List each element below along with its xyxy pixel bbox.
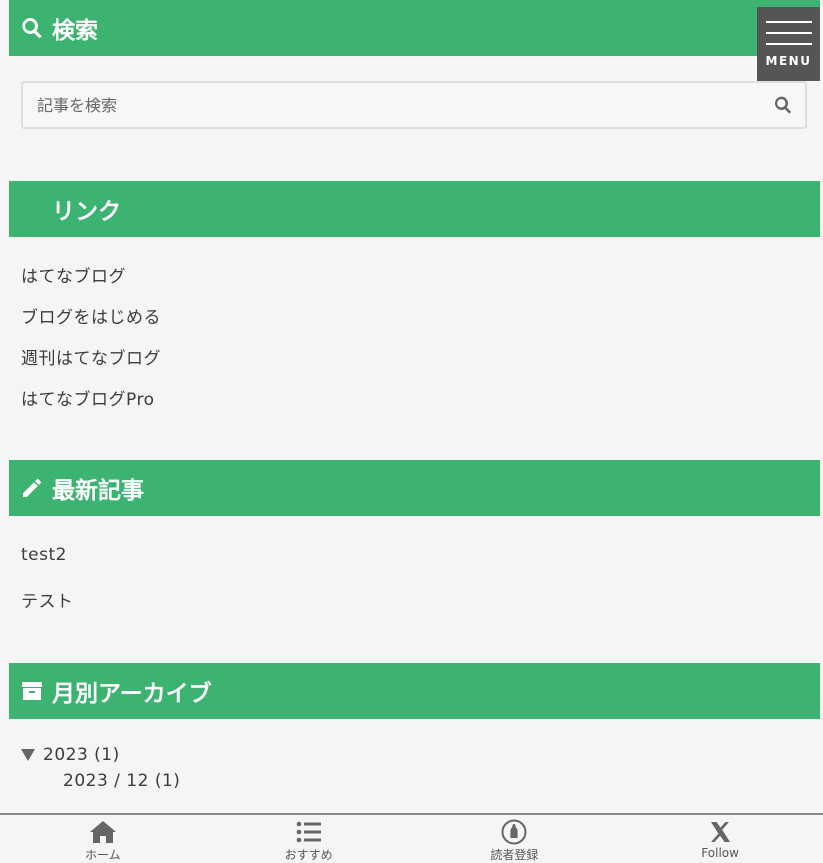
- link-weekly-hatena-blog[interactable]: 週刊はてなブログ: [21, 344, 161, 369]
- archive-widget-title: 月別アーカイブ: [9, 663, 820, 719]
- nav-subscribe[interactable]: 読者登録: [412, 815, 618, 863]
- link-hatena-blog-pro[interactable]: はてなブログPro: [21, 385, 154, 410]
- search-form: [21, 81, 807, 129]
- link-hatena-blog[interactable]: はてなブログ: [21, 262, 126, 287]
- recent-posts-widget-title: 最新記事: [9, 460, 820, 516]
- page: 検索 MENU リンク はてなブログ ブログをはじめる 週刊はてなブログ はてな…: [0, 0, 823, 863]
- subscribe-icon: [501, 819, 527, 845]
- bottom-nav: ホーム おすすめ 読者登録 Follow: [0, 813, 823, 863]
- archive-box-icon: [20, 679, 44, 703]
- nav-recommended[interactable]: おすすめ: [206, 815, 412, 863]
- archive-year-label: 2023 (1): [43, 745, 120, 765]
- menu-button-label: MENU: [765, 54, 812, 68]
- search-widget-title: 検索: [9, 0, 820, 56]
- list-icon: [296, 821, 321, 843]
- links-widget-title: リンク: [9, 181, 820, 237]
- menu-button[interactable]: MENU: [757, 7, 820, 81]
- archive-widget-title-text: 月別アーカイブ: [52, 681, 212, 707]
- nav-home-label: ホーム: [85, 848, 121, 862]
- nav-home[interactable]: ホーム: [0, 815, 206, 863]
- hamburger-icon: [765, 21, 812, 54]
- recent-posts-widget-title-text: 最新記事: [52, 478, 144, 504]
- archive-year-toggle[interactable]: 2023 (1): [21, 745, 120, 765]
- recent-post-item[interactable]: テスト: [21, 587, 74, 612]
- search-submit-button[interactable]: [761, 83, 805, 127]
- pencil-icon: [20, 476, 44, 500]
- nav-follow-label: Follow: [701, 846, 739, 860]
- search-icon: [20, 16, 44, 40]
- link-start-blog[interactable]: ブログをはじめる: [21, 303, 161, 328]
- home-icon: [89, 821, 116, 843]
- recent-post-item[interactable]: test2: [21, 545, 67, 565]
- search-widget-title-text: 検索: [52, 18, 98, 44]
- x-icon: [711, 822, 731, 842]
- nav-follow[interactable]: Follow: [617, 815, 823, 863]
- triangle-down-icon: [21, 749, 35, 761]
- nav-subscribe-label: 読者登録: [490, 848, 539, 862]
- search-input[interactable]: [23, 83, 761, 127]
- search-icon: [774, 96, 792, 114]
- links-widget-title-text: リンク: [52, 199, 121, 225]
- archive-month-link[interactable]: 2023 / 12 (1): [63, 771, 180, 791]
- nav-recommended-label: おすすめ: [284, 848, 333, 862]
